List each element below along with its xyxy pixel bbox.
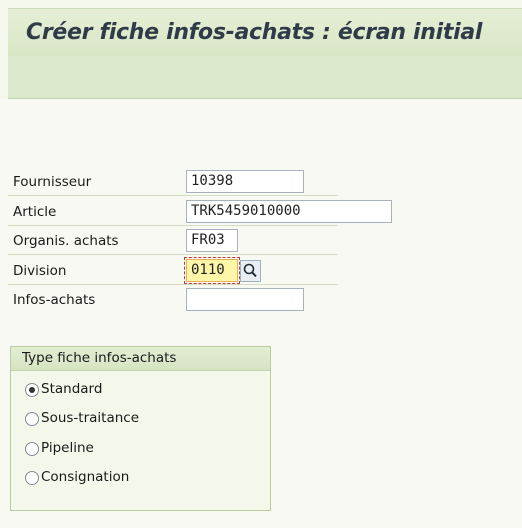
row-separator bbox=[8, 225, 338, 226]
row-separator bbox=[8, 254, 338, 255]
radio-label-standard: Standard bbox=[41, 381, 103, 397]
radio-label-subcontracting: Sous-traitance bbox=[41, 410, 140, 426]
radio-button[interactable] bbox=[25, 412, 39, 426]
info-record-field[interactable] bbox=[186, 288, 304, 311]
purchasing-org-field[interactable]: FR03 bbox=[186, 229, 238, 252]
vendor-label: Fournisseur bbox=[13, 174, 92, 190]
application-toolbar bbox=[8, 56, 522, 99]
radio-button[interactable] bbox=[25, 383, 39, 397]
search-help-button[interactable] bbox=[240, 260, 261, 282]
title-bar: Créer fiche infos-achats : écran initial bbox=[8, 8, 522, 57]
info-record-type-group: Type fiche infos-achats Standard Sous-tr… bbox=[10, 346, 271, 511]
group-header: Type fiche infos-achats bbox=[11, 347, 270, 371]
purchasing-org-label: Organis. achats bbox=[13, 233, 119, 249]
group-title: Type fiche infos-achats bbox=[22, 350, 177, 366]
radio-button[interactable] bbox=[25, 442, 39, 456]
row-separator bbox=[8, 284, 338, 285]
info-record-label: Infos-achats bbox=[13, 292, 96, 308]
material-field[interactable]: TRK5459010000 bbox=[186, 200, 392, 223]
search-icon bbox=[243, 263, 257, 278]
plant-label: Division bbox=[13, 263, 67, 279]
page-title: Créer fiche infos-achats : écran initial bbox=[26, 20, 483, 45]
radio-label-consignment: Consignation bbox=[41, 469, 130, 485]
radio-button[interactable] bbox=[25, 471, 39, 485]
plant-field[interactable]: 0110 bbox=[184, 257, 240, 284]
row-separator bbox=[8, 195, 338, 196]
material-label: Article bbox=[13, 204, 57, 220]
radio-label-pipeline: Pipeline bbox=[41, 440, 94, 456]
radio-selected-dot bbox=[29, 387, 35, 393]
vendor-field[interactable]: 10398 bbox=[186, 170, 304, 193]
